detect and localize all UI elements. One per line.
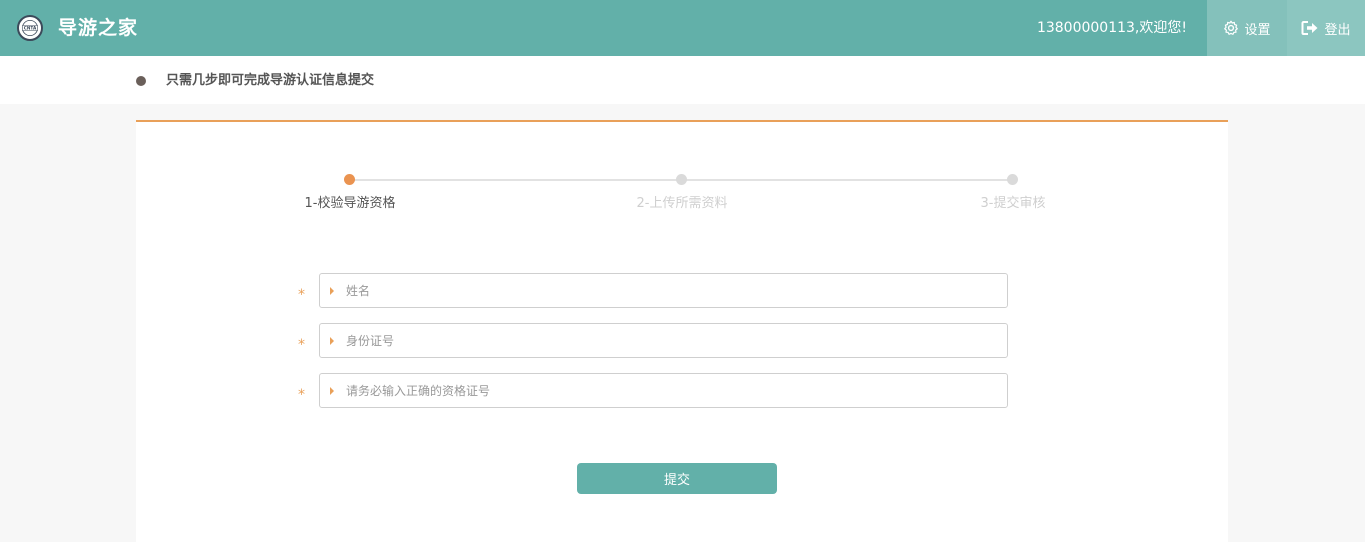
logout-button[interactable]: 登出: [1287, 0, 1365, 56]
gear-icon: [1224, 20, 1239, 35]
name-field[interactable]: [319, 273, 1008, 308]
brand-title: 导游之家: [58, 17, 139, 39]
top-header: CNTA 导游之家 13800000113,欢迎您! 设置 登出: [0, 0, 1365, 56]
logo-text: CNTA: [24, 26, 37, 31]
step-1-dot: [344, 174, 355, 185]
license-number-field[interactable]: [319, 373, 1008, 408]
settings-button[interactable]: 设置: [1207, 0, 1287, 56]
caret-right-icon: [330, 337, 334, 345]
step-2-dot: [676, 174, 687, 185]
step-3-label: 3-提交审核: [980, 196, 1046, 211]
caret-right-icon: [330, 387, 334, 395]
page-tip: 只需几步即可完成导游认证信息提交: [166, 73, 375, 88]
submit-button[interactable]: 提交: [577, 463, 777, 494]
step-connector: [350, 179, 682, 181]
logout-icon: [1301, 21, 1318, 35]
welcome-text: 13800000113,欢迎您!: [1036, 20, 1187, 36]
settings-label: 设置: [1244, 22, 1271, 38]
caret-right-icon: [330, 287, 334, 295]
required-mark: *: [298, 337, 305, 353]
step-2-label: 2-上传所需资料: [636, 196, 728, 211]
license-number-input[interactable]: [346, 374, 996, 407]
verification-card: 1-校验导游资格 2-上传所需资料 3-提交审核 * * * 提交: [136, 120, 1228, 542]
id-number-input[interactable]: [346, 324, 996, 357]
required-mark: *: [298, 387, 305, 403]
logout-label: 登出: [1324, 22, 1351, 38]
step-3-dot: [1007, 174, 1018, 185]
page-subheader: 只需几步即可完成导游认证信息提交: [0, 56, 1365, 104]
step-1-label: 1-校验导游资格: [304, 196, 396, 211]
id-number-field[interactable]: [319, 323, 1008, 358]
step-connector: [682, 179, 1013, 181]
bullet-dot: [136, 76, 146, 86]
logo-icon: CNTA: [17, 15, 43, 41]
name-input[interactable]: [346, 274, 996, 307]
required-mark: *: [298, 287, 305, 303]
